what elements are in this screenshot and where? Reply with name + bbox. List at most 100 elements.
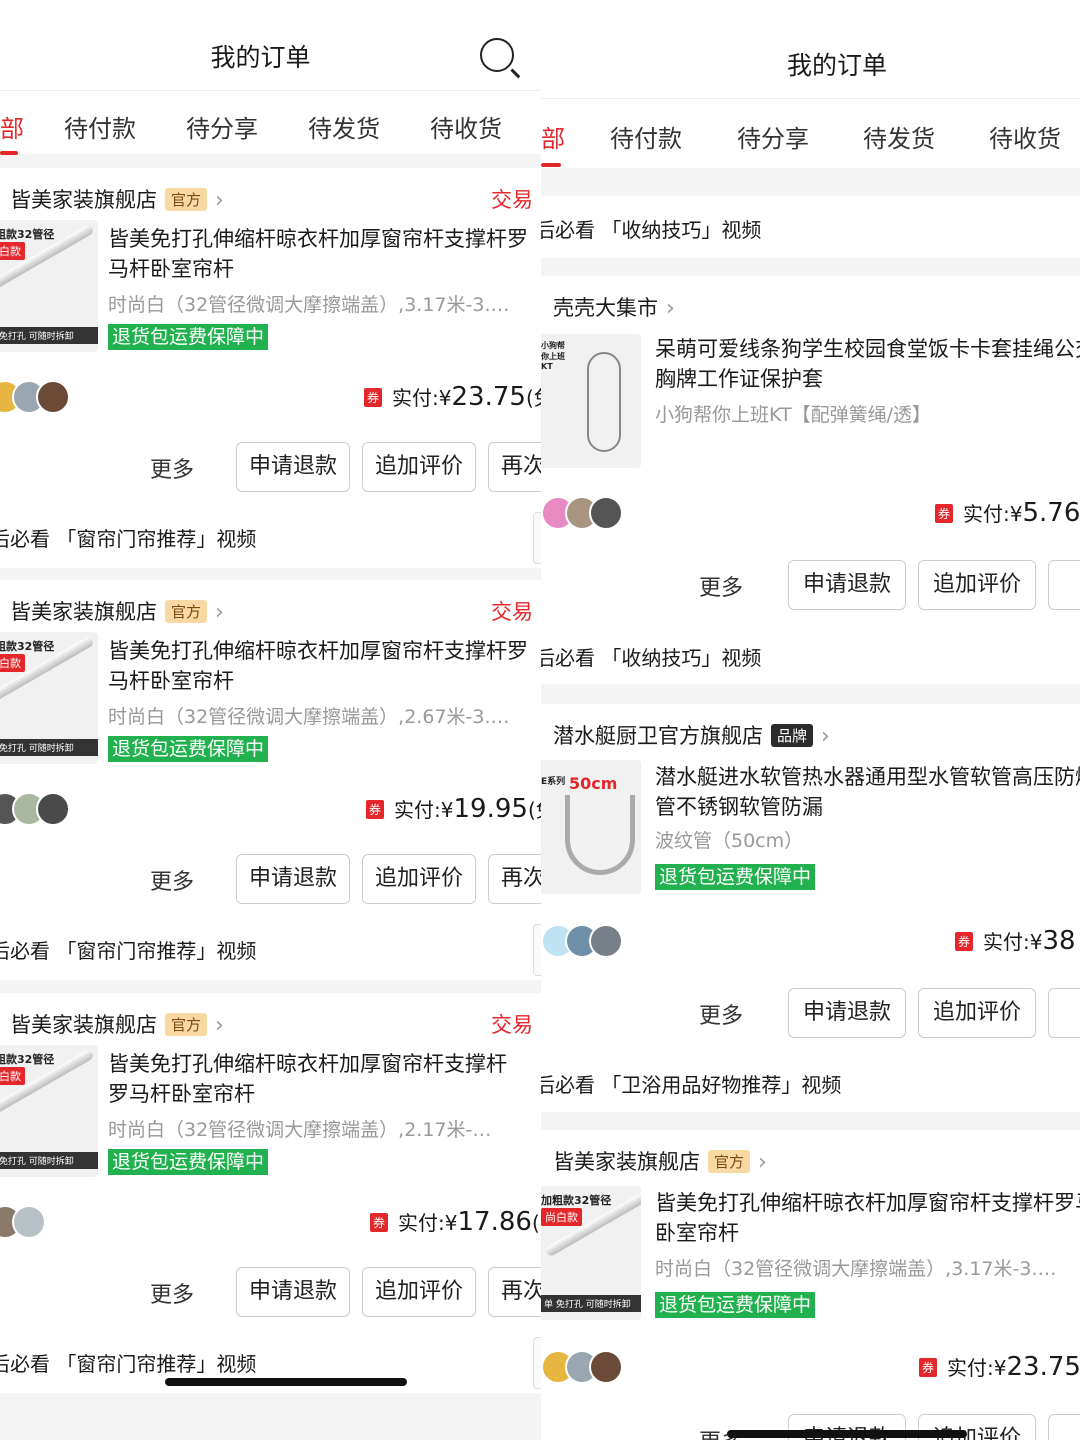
- product-spec: 时尚白（32管径微调大摩擦端盖）,3.17米-3.…: [655, 1258, 1057, 1280]
- coupon-icon: 券: [955, 932, 974, 951]
- video-icon: [533, 924, 541, 976]
- buy-again-button[interactable]: 再次: [488, 442, 541, 492]
- search-icon[interactable]: [480, 38, 514, 72]
- chevron-right-icon: ›: [215, 600, 224, 625]
- tab-pending-payment[interactable]: 待付款: [610, 119, 682, 154]
- tab-pending-ship[interactable]: 待发货: [863, 119, 935, 154]
- product-image[interactable]: 加粗款32管径 尚白款 单 免打孔 可随时拆卸: [0, 632, 98, 764]
- add-review-button[interactable]: 追加评价: [362, 442, 476, 492]
- shop-name[interactable]: 壳壳大集市 ›: [553, 292, 675, 322]
- add-review-button[interactable]: 追加评价: [918, 560, 1036, 610]
- home-indicator: [165, 1378, 407, 1386]
- product-title[interactable]: 皆美免打孔伸缩杆晾衣杆加厚窗帘杆支撑杆罗马杆卧室帘杆: [108, 636, 538, 696]
- order-card[interactable]: 皆美家装旗舰店官方› 交易 加粗款32管径 尚白款 单 免打孔 可随时拆卸 皆美…: [0, 993, 541, 1331]
- product-title[interactable]: 呆萌可爱线条狗学生校园食堂饭卡卡套挂绳公交卡胸牌工作证保护套: [655, 334, 1080, 394]
- product-image[interactable]: E系列 50cm: [541, 760, 641, 894]
- video-icon: [533, 512, 541, 564]
- guarantee-badge: 退货包运费保障中: [108, 736, 269, 762]
- shop-name[interactable]: 潜水艇厨卫官方旗舰店 品牌 ›: [553, 720, 830, 750]
- guarantee-badge: 退货包运费保障中: [108, 1149, 269, 1175]
- product-title[interactable]: 皆美免打孔伸缩杆晾衣杆加厚窗帘杆支撑杆罗马杆卧室帘杆: [655, 1188, 1080, 1248]
- avatar: [589, 1350, 623, 1384]
- video-recommend[interactable]: 后必看 「卫浴用品好物推荐」视频: [541, 1050, 1080, 1112]
- video-recommend[interactable]: 后必看 「收纳技巧」视频: [541, 622, 1080, 684]
- paid-amount: 券实付:¥19.95(免: [366, 794, 541, 824]
- tab-pending-share[interactable]: 待分享: [186, 109, 258, 144]
- video-recommend[interactable]: 后必看 「收纳技巧」视频: [541, 196, 1080, 258]
- paid-amount: 券实付:¥38: [955, 926, 1076, 956]
- product-title[interactable]: 潜水艇进水软管热水器通用型水管软管高压防爆水管不锈钢软管防漏: [655, 762, 1080, 822]
- avatar: [589, 924, 623, 958]
- buy-again-button[interactable]: 再: [1048, 988, 1080, 1038]
- tab-all[interactable]: 部: [541, 119, 565, 154]
- add-review-button[interactable]: 追加评价: [362, 854, 476, 904]
- order-status: 交易: [491, 600, 533, 624]
- refund-button[interactable]: 申请退款: [236, 1267, 350, 1317]
- buy-again-button[interactable]: 再次: [488, 854, 541, 904]
- order-actions: 更多 申请退款 追加评价 再: [541, 558, 1080, 614]
- order-actions: 更多 申请退款 追加评价 再: [541, 986, 1080, 1042]
- product-image[interactable]: 加粗款32管径 尚白款 单 免打孔 可随时拆卸: [0, 1045, 98, 1177]
- refund-button[interactable]: 申请退款: [788, 988, 906, 1038]
- product-title[interactable]: 皆美免打孔伸缩杆晾衣杆加厚窗帘杆支撑杆罗马杆卧室帘杆: [108, 224, 538, 284]
- video-recommend[interactable]: 后必看 「窗帘门帘推荐」视频: [0, 506, 541, 568]
- shop-name[interactable]: 皆美家装旗舰店 官方 ›: [553, 1146, 767, 1176]
- more-button[interactable]: 更多: [699, 998, 743, 1030]
- coupon-icon: 券: [919, 1358, 938, 1377]
- buyer-avatars: [541, 924, 631, 958]
- avatar: [12, 1205, 46, 1239]
- official-badge: 官方: [708, 1150, 751, 1173]
- buy-again-button[interactable]: 再: [1048, 560, 1080, 610]
- tab-pending-receive[interactable]: 待收货: [989, 119, 1061, 154]
- paid-amount: 券实付:¥23.75(免: [364, 382, 541, 412]
- more-button[interactable]: 更多: [150, 864, 194, 896]
- paid-amount: 券实付:¥5.76: [935, 498, 1080, 528]
- shop-name[interactable]: 皆美家装旗舰店 官方 ›: [10, 1009, 224, 1039]
- order-card[interactable]: 皆美家装旗舰店官方› 交易 加粗款32管径 尚白款 单 免打孔 可随时拆卸 皆美…: [0, 580, 541, 918]
- tab-all[interactable]: 部: [0, 109, 24, 144]
- shop-name[interactable]: 皆美家装旗舰店 官方 ›: [10, 184, 224, 214]
- product-image[interactable]: 加粗款32管径 尚白款 单 免打孔 可随时拆卸: [0, 220, 98, 352]
- order-card[interactable]: 皆美家装旗舰店官方› 交 加粗款32管径 尚白款 单 免打孔 可随时拆卸 皆美免…: [541, 1130, 1080, 1440]
- header: 我的订单: [541, 0, 1080, 98]
- left-screenshot: 我的订单 部 待付款 待分享 待发货 待收货 皆美家装旗舰店官方› 交易 加粗款…: [0, 0, 541, 1440]
- shop-name[interactable]: 皆美家装旗舰店 官方 ›: [10, 596, 224, 626]
- coupon-icon: 券: [935, 504, 954, 523]
- refund-button[interactable]: 申请退款: [236, 442, 350, 492]
- order-actions: 更多 申请退款 追加评价 再次: [0, 440, 541, 496]
- product-spec: 波纹管（50cm）: [655, 830, 804, 852]
- product-title[interactable]: 皆美免打孔伸缩杆晾衣杆加厚窗帘杆支撑杆罗马杆卧室帘杆: [108, 1049, 518, 1109]
- more-button[interactable]: 更多: [150, 452, 194, 484]
- product-spec: 小狗帮你上班KT【配弹簧绳/透】: [655, 404, 931, 426]
- refund-button[interactable]: 申请退款: [788, 560, 906, 610]
- product-image[interactable]: 加粗款32管径 尚白款 单 免打孔 可随时拆卸: [541, 1186, 641, 1320]
- order-card[interactable]: 皆美家装旗舰店官方› 交易 加粗款32管径 尚白款 单 免打孔 可随时拆卸 皆美…: [0, 168, 541, 506]
- buyer-avatars: [0, 1205, 58, 1239]
- official-badge: 官方: [165, 1013, 208, 1036]
- add-review-button[interactable]: 追加评价: [918, 988, 1036, 1038]
- add-review-button[interactable]: 追加评价: [362, 1267, 476, 1317]
- coupon-icon: 券: [366, 800, 385, 819]
- product-image[interactable]: 小狗帮你上班KT: [541, 334, 641, 468]
- tab-pending-receive[interactable]: 待收货: [430, 109, 502, 144]
- refund-button[interactable]: 申请退款: [236, 854, 350, 904]
- tab-pending-share[interactable]: 待分享: [737, 119, 809, 154]
- buy-again-button[interactable]: 再次: [488, 1267, 541, 1317]
- coupon-icon: 券: [364, 388, 383, 407]
- video-recommend[interactable]: 后必看 「窗帘门帘推荐」视频: [0, 918, 541, 980]
- avatar: [589, 496, 623, 530]
- buy-again-button[interactable]: 再: [1048, 1414, 1080, 1440]
- guarantee-badge: 退货包运费保障中: [108, 324, 269, 350]
- chevron-right-icon: ›: [215, 188, 224, 213]
- chevron-right-icon: ›: [215, 1013, 224, 1038]
- order-card[interactable]: 潜水艇厨卫官方旗舰店品牌› 交 E系列 50cm 潜水艇进水软管热水器通用型水管…: [541, 704, 1080, 1050]
- order-card[interactable]: 壳壳大集市› 交 小狗帮你上班KT 呆萌可爱线条狗学生校园食堂饭卡卡套挂绳公交卡…: [541, 276, 1080, 622]
- more-button[interactable]: 更多: [699, 570, 743, 602]
- more-button[interactable]: 更多: [150, 1277, 194, 1309]
- paid-amount: 券实付:¥17.86(免: [370, 1207, 541, 1237]
- tab-pending-payment[interactable]: 待付款: [64, 109, 136, 144]
- official-badge: 官方: [165, 600, 208, 623]
- tab-pending-ship[interactable]: 待发货: [308, 109, 380, 144]
- avatar: [36, 380, 70, 414]
- coupon-icon: 券: [370, 1213, 389, 1232]
